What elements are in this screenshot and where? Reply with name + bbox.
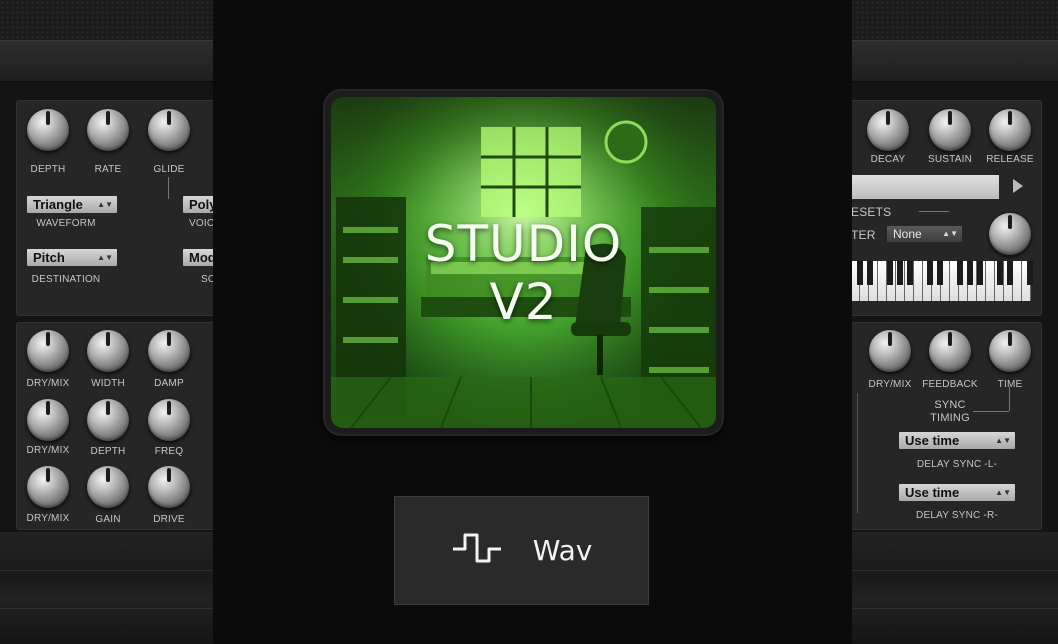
release-knob[interactable] — [989, 109, 1031, 151]
waveform-select[interactable]: Triangle ▲▼ — [27, 196, 117, 213]
effects-panel-left: DRY/MIX WIDTH DAMP DRY/MIX DEPTH FREQ DR… — [16, 322, 216, 530]
volume-knob[interactable] — [989, 213, 1031, 255]
drive-knob[interactable] — [148, 466, 190, 508]
delay-sync-right-value: Use time — [905, 485, 960, 500]
knob-label: DRY/MIX — [26, 445, 70, 456]
album-cover: STUDIO V2 — [325, 91, 722, 434]
width-knob[interactable] — [87, 330, 129, 372]
delay-sync-left-label: DELAY SYNC -L- — [916, 459, 998, 470]
delay-sync-left-select[interactable]: Use time ▲▼ — [899, 432, 1015, 449]
sustain-knob[interactable] — [929, 109, 971, 151]
destination-value: Pitch — [33, 250, 65, 265]
knob-label: DEPTH — [30, 164, 66, 175]
wav-format-button[interactable]: Wav — [394, 496, 649, 605]
decay-knob[interactable] — [867, 109, 909, 151]
knob-label: DRY/MIX — [26, 378, 70, 389]
connector-line — [857, 393, 858, 513]
divider — [919, 211, 949, 212]
knob-label: RATE — [94, 164, 122, 175]
knob-label: DRY/MIX — [868, 379, 912, 390]
dist-drymix-knob[interactable] — [27, 466, 69, 508]
presets-label: ESETS — [851, 205, 892, 219]
time-knob[interactable] — [989, 330, 1031, 372]
gain-knob[interactable] — [87, 466, 129, 508]
knob-label: GLIDE — [153, 164, 185, 175]
source-value: Mod — [189, 250, 216, 265]
waveform-label: WAVEFORM — [36, 218, 96, 229]
knob-label: GAIN — [95, 514, 121, 525]
depth-knob[interactable] — [27, 109, 69, 151]
timing-label: TIMING — [930, 412, 970, 424]
connector-line — [973, 411, 1009, 412]
knob-label: SUSTAIN — [928, 154, 972, 165]
delay-sync-left-value: Use time — [905, 433, 960, 448]
knob-label: WIDTH — [91, 378, 125, 389]
connector-line — [1009, 387, 1010, 411]
connector-line — [168, 177, 169, 199]
play-icon[interactable] — [1013, 179, 1023, 193]
chorus-depth-knob[interactable] — [87, 399, 129, 441]
sync-label: SYNC — [934, 399, 966, 411]
knob-label: FREQ — [154, 446, 184, 457]
feedback-knob[interactable] — [929, 330, 971, 372]
knob-label: DEPTH — [90, 446, 126, 457]
rate-knob[interactable] — [87, 109, 129, 151]
damp-knob[interactable] — [148, 330, 190, 372]
knob-label: DRIVE — [153, 514, 185, 525]
knob-label: FEEDBACK — [922, 379, 978, 390]
knob-label: TIME — [997, 379, 1023, 390]
preset-display[interactable] — [851, 175, 999, 199]
lfo-panel: DEPTH RATE GLIDE Triangle ▲▼ WAVEFORM Pol… — [16, 100, 223, 316]
filter-select[interactable]: None ▲▼ — [887, 226, 962, 242]
voice-label: VOIC — [189, 218, 215, 229]
waveform-value: Triangle — [33, 197, 83, 212]
delay-panel: DRY/MIX FEEDBACK TIME SYNC TIMING Use ti… — [842, 322, 1042, 530]
delay-drymix-knob[interactable] — [869, 330, 911, 372]
knob-label: DAMP — [154, 378, 184, 389]
studio-artwork: STUDIO V2 — [331, 97, 716, 428]
reverb-drymix-knob[interactable] — [27, 330, 69, 372]
freq-knob[interactable] — [148, 399, 190, 441]
envelope-panel: DECAY SUSTAIN RELEASE ESETS TER None ▲▼ — [842, 100, 1042, 316]
wav-format-label: Wav — [532, 534, 593, 567]
cover-title-line1: STUDIO — [424, 215, 623, 273]
piano-keyboard[interactable] — [851, 261, 1033, 301]
glide-knob[interactable] — [148, 109, 190, 151]
knob-label: DRY/MIX — [26, 513, 70, 524]
knob-label: DECAY — [870, 154, 906, 165]
cover-title-line2: V2 — [489, 273, 558, 331]
destination-label: DESTINATION — [31, 274, 101, 285]
square-wave-icon — [451, 531, 503, 570]
delay-sync-right-select[interactable]: Use time ▲▼ — [899, 484, 1015, 501]
cover-title: STUDIO V2 — [331, 215, 716, 331]
destination-select[interactable]: Pitch ▲▼ — [27, 249, 117, 266]
knob-label: RELEASE — [986, 154, 1034, 165]
filter-value: None — [893, 227, 922, 241]
filter-label: TER — [851, 228, 876, 242]
chorus-drymix-knob[interactable] — [27, 399, 69, 441]
delay-sync-right-label: DELAY SYNC -R- — [916, 510, 998, 521]
